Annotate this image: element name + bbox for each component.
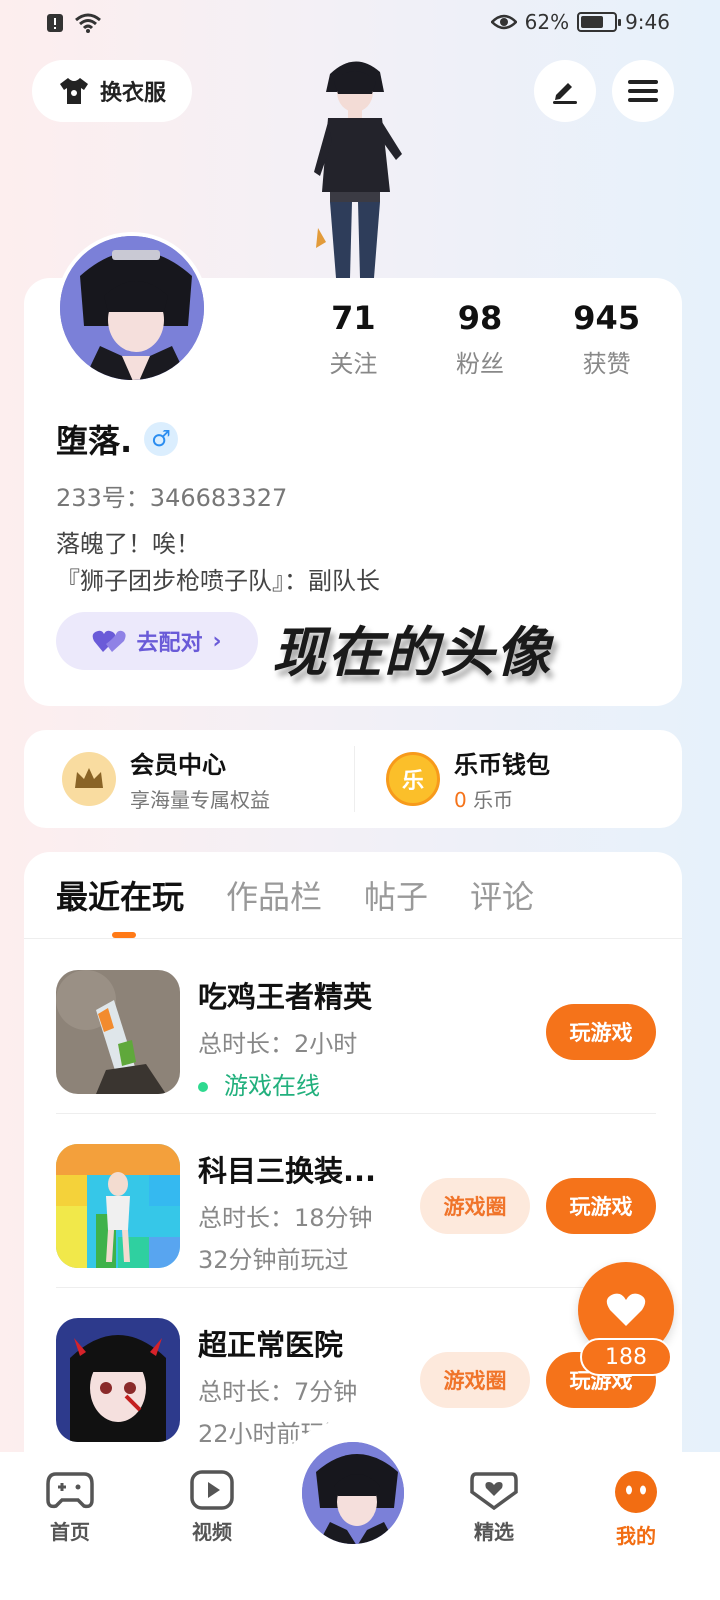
nav-home[interactable]: 首页 xyxy=(20,1470,120,1545)
heart-chat-icon xyxy=(470,1472,518,1510)
stat-label: 关注 xyxy=(329,350,378,378)
change-clothes-button[interactable]: 换衣服 xyxy=(32,60,192,122)
nav-label: 精选 xyxy=(474,1520,514,1544)
bio-line: 落魄了！唉！ xyxy=(56,530,200,558)
status-bar: 62% 9:46 xyxy=(0,0,720,50)
heart-pair-icon xyxy=(93,630,127,652)
tab-comments[interactable]: 评论 xyxy=(470,872,534,918)
battery-percent: 62% xyxy=(524,10,570,34)
heart-icon xyxy=(606,1293,646,1326)
stat-followers[interactable]: 98 粉丝 xyxy=(417,298,544,379)
character-figure[interactable] xyxy=(300,52,410,278)
nav-label: 视频 xyxy=(192,1520,232,1544)
game-circle-button[interactable]: 游戏圈 xyxy=(420,1352,530,1408)
edit-profile-button[interactable] xyxy=(534,60,596,122)
nav-video[interactable]: 视频 xyxy=(162,1470,262,1545)
alert-sim-icon xyxy=(47,14,63,32)
gamepad-icon xyxy=(46,1472,94,1509)
nav-label: 我的 xyxy=(616,1524,656,1548)
male-gender-icon: ♂ xyxy=(144,422,179,456)
tab-works[interactable]: 作品栏 xyxy=(226,872,322,918)
tab-posts[interactable]: 帖子 xyxy=(364,872,428,918)
game-thumbnail xyxy=(56,1144,180,1268)
eye-icon xyxy=(490,14,517,30)
stat-likes[interactable]: 945 获赞 xyxy=(543,298,670,379)
divider xyxy=(354,746,355,812)
stat-value: 945 xyxy=(573,299,641,337)
recent-games-card: 最近在玩 作品栏 帖子 评论 吃鸡王者精英 总时长：2小时 游戏在线 玩游戏 科… xyxy=(24,852,682,1492)
battery-icon xyxy=(577,12,622,32)
hamburger-icon xyxy=(628,80,658,102)
wallet-unit: 乐币 xyxy=(466,788,514,812)
tshirt-icon xyxy=(59,78,88,104)
wallet-title: 乐币钱包 xyxy=(454,751,550,779)
member-center-subtitle: 享海量专属权益 xyxy=(130,788,270,812)
crown-icon xyxy=(62,752,116,806)
nav-mine[interactable]: 我的 xyxy=(586,1470,686,1549)
game-duration: 总时长：2小时 xyxy=(198,1030,358,1058)
game-row[interactable]: 科目三换装... 总时长：18分钟 32分钟前玩过 游戏圈 玩游戏 xyxy=(56,1114,656,1288)
name-row: 堕落. ♂ xyxy=(56,416,179,462)
member-wallet-card: 会员中心 享海量专属权益 乐 乐币钱包 0 乐币 xyxy=(24,730,682,828)
stat-value: 71 xyxy=(331,299,376,337)
menu-button[interactable] xyxy=(612,60,674,122)
game-thumbnail xyxy=(56,1318,180,1442)
nav-label: 首页 xyxy=(50,1520,90,1544)
avatar[interactable] xyxy=(56,232,208,384)
username: 堕落. xyxy=(56,422,133,460)
online-dot-icon xyxy=(198,1082,208,1092)
member-center[interactable]: 会员中心 享海量专属权益 xyxy=(62,730,270,828)
member-center-title: 会员中心 xyxy=(130,751,226,779)
coin-char: 乐 xyxy=(401,769,424,794)
wifi-icon xyxy=(75,13,101,33)
game-status-text: 游戏在线 xyxy=(224,1072,320,1100)
wallet[interactable]: 乐 乐币钱包 0 乐币 xyxy=(386,730,550,828)
game-row[interactable]: 吃鸡王者精英 总时长：2小时 游戏在线 玩游戏 xyxy=(56,940,656,1114)
clock: 9:46 xyxy=(625,10,670,34)
stat-label: 粉丝 xyxy=(456,350,504,378)
game-status: 游戏在线 xyxy=(198,1066,320,1101)
face-icon xyxy=(615,1471,657,1513)
tab-recently-played[interactable]: 最近在玩 xyxy=(56,872,184,918)
divider xyxy=(24,938,682,939)
stat-value: 98 xyxy=(457,299,503,337)
game-last-played: 32分钟前玩过 xyxy=(198,1246,349,1274)
pair-button[interactable]: 去配对 › xyxy=(56,612,258,670)
coin-icon: 乐 xyxy=(386,752,440,806)
play-game-button[interactable]: 玩游戏 xyxy=(546,1004,656,1060)
game-title: 超正常医院 xyxy=(198,1328,344,1362)
game-thumbnail xyxy=(56,970,180,1094)
profile-stats: 71 关注 98 粉丝 945 获赞 xyxy=(290,298,670,379)
video-icon xyxy=(190,1470,234,1510)
stat-label: 获赞 xyxy=(582,350,631,378)
like-count-badge: 188 xyxy=(580,1338,672,1376)
game-title: 科目三换装... xyxy=(198,1154,377,1188)
pen-icon xyxy=(553,83,577,104)
game-title: 吃鸡王者精英 xyxy=(198,980,373,1014)
change-clothes-label: 换衣服 xyxy=(99,81,166,106)
play-game-button[interactable]: 玩游戏 xyxy=(546,1178,656,1234)
tab-bar: 最近在玩 作品栏 帖子 评论 xyxy=(56,872,534,918)
stat-following[interactable]: 71 关注 xyxy=(290,298,417,379)
game-circle-button[interactable]: 游戏圈 xyxy=(420,1178,530,1234)
pair-button-label: 去配对 xyxy=(136,631,203,656)
bio: 落魄了！唉！ 『狮子团步枪喷子队』：副队长 xyxy=(56,526,380,600)
game-duration: 总时长：18分钟 xyxy=(198,1204,373,1232)
nav-featured[interactable]: 精选 xyxy=(444,1470,544,1545)
game-duration: 总时长：7分钟 xyxy=(198,1378,358,1406)
overlay-caption: 现在的头像 xyxy=(272,621,552,684)
user-id: 233号：346683327 xyxy=(56,484,288,512)
chevron-right-icon: › xyxy=(212,628,222,654)
wallet-amount: 0 xyxy=(454,788,467,812)
bio-line: 『狮子团步枪喷子队』：副队长 xyxy=(56,567,380,595)
nav-center-avatar[interactable] xyxy=(298,1438,408,1548)
